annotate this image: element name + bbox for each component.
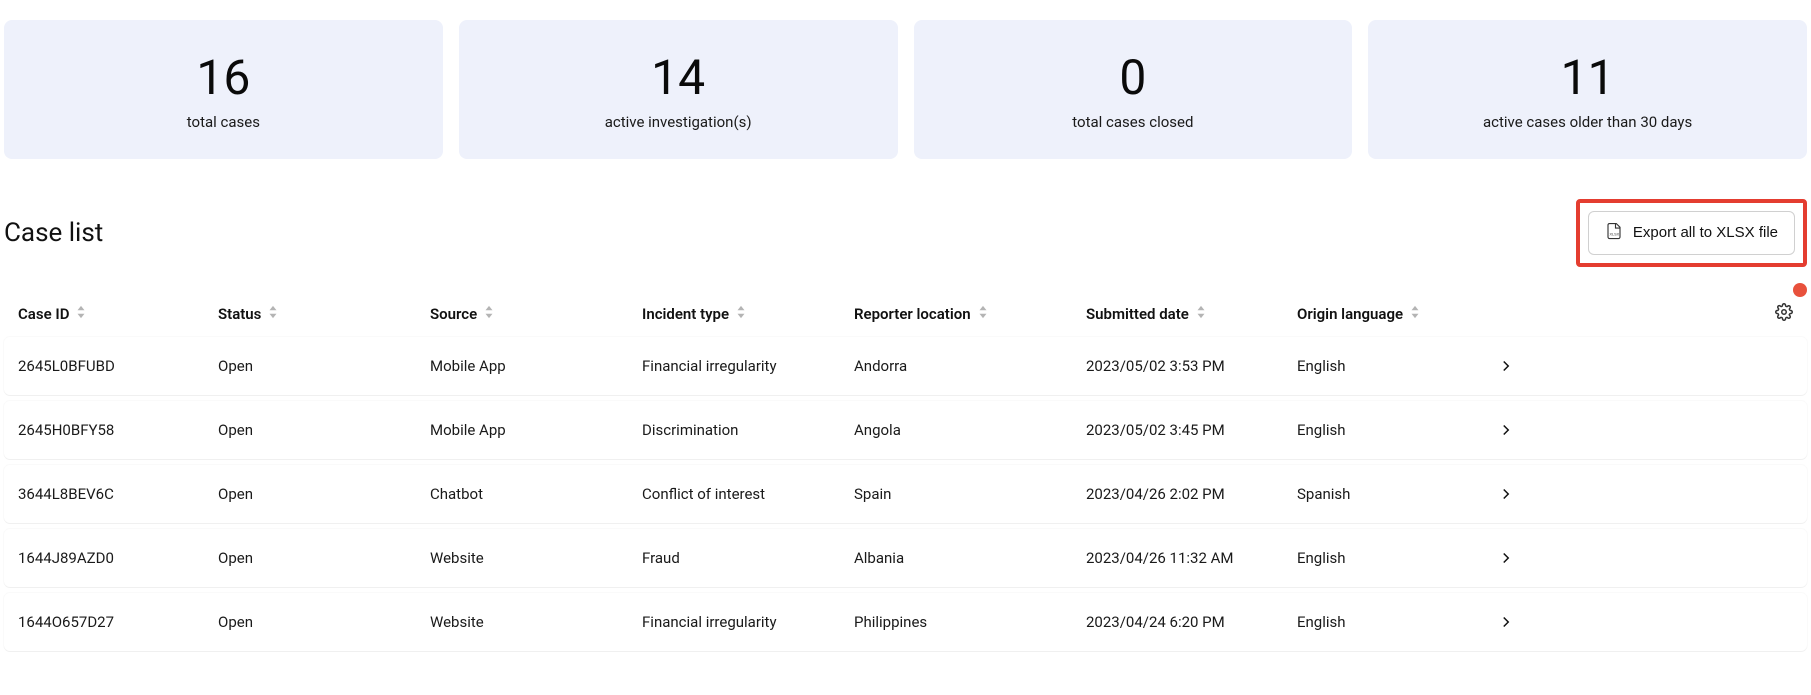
gear-icon bbox=[1775, 303, 1793, 321]
stat-label: active investigation(s) bbox=[479, 113, 878, 131]
column-header-label: Origin language bbox=[1297, 305, 1403, 323]
sort-icon bbox=[735, 305, 747, 323]
cell-date: 2023/04/26 11:32 AM bbox=[1086, 549, 1297, 567]
sort-icon bbox=[75, 305, 87, 323]
cell-location: Angola bbox=[854, 421, 1086, 439]
column-header-status[interactable]: Status bbox=[218, 305, 430, 323]
stat-value: 11 bbox=[1388, 52, 1787, 105]
cell-case-id: 2645H0BFY58 bbox=[18, 421, 218, 439]
stat-card-total-cases: 16 total cases bbox=[4, 20, 443, 159]
column-header-label: Status bbox=[218, 305, 261, 323]
cell-source: Website bbox=[430, 549, 642, 567]
cell-case-id: 2645L0BFUBD bbox=[18, 357, 218, 375]
row-open-arrow[interactable] bbox=[1497, 549, 1793, 567]
chevron-right-icon bbox=[1497, 613, 1515, 631]
stat-label: total cases closed bbox=[934, 113, 1333, 131]
cell-status: Open bbox=[218, 485, 430, 503]
stat-label: total cases bbox=[24, 113, 423, 131]
table-row[interactable]: 3644L8BEV6COpenChatbotConflict of intere… bbox=[4, 465, 1807, 523]
stat-card-active-investigations: 14 active investigation(s) bbox=[459, 20, 898, 159]
cell-source: Website bbox=[430, 613, 642, 631]
page-title: Case list bbox=[4, 218, 103, 248]
sort-icon bbox=[977, 305, 989, 323]
table-row[interactable]: 1644J89AZD0OpenWebsiteFraudAlbania2023/0… bbox=[4, 529, 1807, 587]
cell-location: Albania bbox=[854, 549, 1086, 567]
column-header-label: Reporter location bbox=[854, 305, 971, 323]
cell-location: Andorra bbox=[854, 357, 1086, 375]
column-header-case-id[interactable]: Case ID bbox=[18, 305, 218, 323]
row-open-arrow[interactable] bbox=[1497, 485, 1793, 503]
export-button-label: Export all to XLSX file bbox=[1633, 224, 1778, 241]
chevron-right-icon bbox=[1497, 421, 1515, 439]
table-body: 2645L0BFUBDOpenMobile AppFinancial irreg… bbox=[4, 337, 1807, 651]
stat-label: active cases older than 30 days bbox=[1388, 113, 1787, 131]
column-header-label: Submitted date bbox=[1086, 305, 1189, 323]
notification-dot-icon bbox=[1793, 283, 1807, 297]
case-table: Case ID Status Source Incident type Repo… bbox=[0, 291, 1811, 651]
cell-date: 2023/05/02 3:45 PM bbox=[1086, 421, 1297, 439]
column-header-reporter-location[interactable]: Reporter location bbox=[854, 305, 1086, 323]
table-row[interactable]: 2645H0BFY58OpenMobile AppDiscriminationA… bbox=[4, 401, 1807, 459]
cell-case-id: 1644O657D27 bbox=[18, 613, 218, 631]
column-header-submitted-date[interactable]: Submitted date bbox=[1086, 305, 1297, 323]
stat-card-total-closed: 0 total cases closed bbox=[914, 20, 1353, 159]
cell-source: Mobile App bbox=[430, 421, 642, 439]
cell-lang: English bbox=[1297, 421, 1497, 439]
chevron-right-icon bbox=[1497, 549, 1515, 567]
stat-card-older-30-days: 11 active cases older than 30 days bbox=[1368, 20, 1807, 159]
cell-incident: Discrimination bbox=[642, 421, 854, 439]
column-header-incident-type[interactable]: Incident type bbox=[642, 305, 854, 323]
cell-incident: Financial irregularity bbox=[642, 613, 854, 631]
row-open-arrow[interactable] bbox=[1497, 613, 1793, 631]
cell-lang: English bbox=[1297, 357, 1497, 375]
export-highlight-box: XLSX Export all to XLSX file bbox=[1576, 199, 1807, 267]
svg-text:XLSX: XLSX bbox=[1609, 232, 1619, 236]
cell-incident: Conflict of interest bbox=[642, 485, 854, 503]
cell-case-id: 1644J89AZD0 bbox=[18, 549, 218, 567]
cell-source: Chatbot bbox=[430, 485, 642, 503]
file-xlsx-icon: XLSX bbox=[1605, 222, 1623, 244]
table-row[interactable]: 2645L0BFUBDOpenMobile AppFinancial irreg… bbox=[4, 337, 1807, 395]
cell-date: 2023/04/24 6:20 PM bbox=[1086, 613, 1297, 631]
table-row[interactable]: 1644O657D27OpenWebsiteFinancial irregula… bbox=[4, 593, 1807, 651]
cell-case-id: 3644L8BEV6C bbox=[18, 485, 218, 503]
table-settings-button[interactable] bbox=[1775, 303, 1793, 325]
column-header-label: Source bbox=[430, 305, 477, 323]
export-xlsx-button[interactable]: XLSX Export all to XLSX file bbox=[1588, 211, 1795, 255]
cell-status: Open bbox=[218, 357, 430, 375]
cell-status: Open bbox=[218, 549, 430, 567]
cell-incident: Fraud bbox=[642, 549, 854, 567]
chevron-right-icon bbox=[1497, 357, 1515, 375]
stat-value: 14 bbox=[479, 52, 878, 105]
column-header-source[interactable]: Source bbox=[430, 305, 642, 323]
sort-icon bbox=[483, 305, 495, 323]
cell-date: 2023/05/02 3:53 PM bbox=[1086, 357, 1297, 375]
sort-icon bbox=[1195, 305, 1207, 323]
cell-source: Mobile App bbox=[430, 357, 642, 375]
list-header: Case list XLSX Export all to XLSX file bbox=[0, 159, 1811, 267]
cell-location: Spain bbox=[854, 485, 1086, 503]
cell-incident: Financial irregularity bbox=[642, 357, 854, 375]
cell-date: 2023/04/26 2:02 PM bbox=[1086, 485, 1297, 503]
sort-icon bbox=[1409, 305, 1421, 323]
chevron-right-icon bbox=[1497, 485, 1515, 503]
table-header-row: Case ID Status Source Incident type Repo… bbox=[4, 291, 1807, 337]
cell-lang: English bbox=[1297, 613, 1497, 631]
column-header-label: Incident type bbox=[642, 305, 729, 323]
cell-lang: Spanish bbox=[1297, 485, 1497, 503]
cell-status: Open bbox=[218, 421, 430, 439]
stat-value: 0 bbox=[934, 52, 1333, 105]
column-header-label: Case ID bbox=[18, 305, 69, 323]
cell-status: Open bbox=[218, 613, 430, 631]
sort-icon bbox=[267, 305, 279, 323]
stat-value: 16 bbox=[24, 52, 423, 105]
row-open-arrow[interactable] bbox=[1497, 357, 1793, 375]
cell-location: Philippines bbox=[854, 613, 1086, 631]
stats-row: 16 total cases 14 active investigation(s… bbox=[0, 0, 1811, 159]
column-header-origin-language[interactable]: Origin language bbox=[1297, 305, 1497, 323]
row-open-arrow[interactable] bbox=[1497, 421, 1793, 439]
cell-lang: English bbox=[1297, 549, 1497, 567]
